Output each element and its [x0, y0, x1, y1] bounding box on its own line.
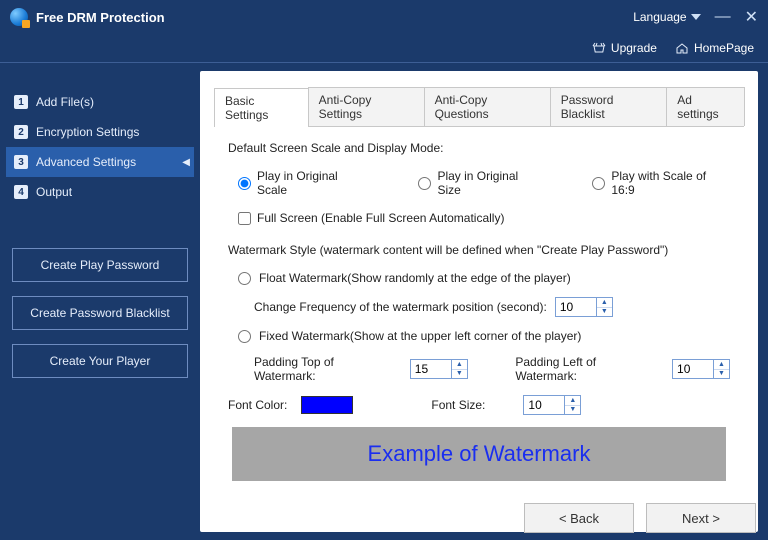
home-icon [675, 42, 689, 54]
next-button[interactable]: Next > [646, 503, 756, 533]
step-output[interactable]: 4 Output [6, 177, 194, 207]
tab-anti-copy-questions[interactable]: Anti-Copy Questions [424, 87, 551, 126]
radio-original-size-input[interactable] [418, 177, 431, 190]
step-number: 4 [14, 185, 28, 199]
step-number: 3 [14, 155, 28, 169]
tab-ad-settings[interactable]: Ad settings [666, 87, 745, 126]
spinner-up-icon[interactable]: ▲ [452, 360, 467, 370]
font-color-label: Font Color: [228, 398, 287, 412]
radio-scale-169[interactable]: Play with Scale of 16:9 [592, 169, 730, 197]
spinner-down-icon[interactable]: ▼ [452, 370, 467, 379]
top-toolbar: Upgrade HomePage [0, 34, 768, 62]
padding-top-label: Padding Top of Watermark: [254, 355, 396, 383]
font-color-picker[interactable] [301, 396, 353, 414]
main-panel: Basic Settings Anti-Copy Settings Anti-C… [200, 71, 758, 532]
tab-basic-settings[interactable]: Basic Settings [214, 88, 309, 127]
step-label: Add File(s) [36, 95, 94, 109]
change-frequency-spinner[interactable]: ▲▼ [555, 297, 613, 317]
step-advanced-settings[interactable]: 3 Advanced Settings [6, 147, 194, 177]
fullscreen-checkbox-input[interactable] [238, 212, 251, 225]
spinner-up-icon[interactable]: ▲ [565, 396, 580, 406]
radio-label: Play in Original Size [437, 169, 542, 197]
chevron-down-icon [691, 14, 701, 20]
radio-float-watermark-input[interactable] [238, 272, 251, 285]
radio-label: Play with Scale of 16:9 [611, 169, 730, 197]
sidebar: 1 Add File(s) 2 Encryption Settings 3 Ad… [0, 71, 200, 540]
step-encryption-settings[interactable]: 2 Encryption Settings [6, 117, 194, 147]
spinner-down-icon[interactable]: ▼ [597, 308, 612, 317]
radio-original-scale-input[interactable] [238, 177, 251, 190]
spinner-up-icon[interactable]: ▲ [714, 360, 729, 370]
fixed-watermark-label: Fixed Watermark(Show at the upper left c… [259, 329, 581, 343]
step-label: Encryption Settings [36, 125, 139, 139]
watermark-section-title: Watermark Style (watermark content will … [228, 243, 730, 257]
tab-anti-copy-settings[interactable]: Anti-Copy Settings [308, 87, 425, 126]
radio-original-size[interactable]: Play in Original Size [418, 169, 542, 197]
radio-fixed-watermark-input[interactable] [238, 330, 251, 343]
fullscreen-checkbox[interactable]: Full Screen (Enable Full Screen Automati… [238, 211, 730, 225]
minimize-button[interactable]: — [715, 8, 731, 26]
tab-strip: Basic Settings Anti-Copy Settings Anti-C… [214, 87, 744, 127]
change-frequency-label: Change Frequency of the watermark positi… [254, 300, 547, 314]
checkbox-label: Full Screen (Enable Full Screen Automati… [257, 211, 504, 225]
basket-icon [592, 42, 606, 54]
step-number: 1 [14, 95, 28, 109]
language-dropdown[interactable]: Language [633, 10, 700, 24]
title-bar: Free DRM Protection Language — ✕ [0, 0, 768, 34]
wizard-footer: < Back Next > [524, 503, 756, 533]
spinner-up-icon[interactable]: ▲ [597, 298, 612, 308]
font-size-input[interactable] [524, 396, 564, 414]
homepage-label: HomePage [694, 41, 754, 55]
padding-top-input[interactable] [411, 360, 451, 378]
font-size-label: Font Size: [431, 398, 485, 412]
padding-left-input[interactable] [673, 360, 713, 378]
app-title: Free DRM Protection [36, 10, 633, 25]
create-password-blacklist-button[interactable]: Create Password Blacklist [12, 296, 188, 330]
scale-section-title: Default Screen Scale and Display Mode: [228, 141, 730, 155]
step-label: Output [36, 185, 72, 199]
watermark-example-text: Example of Watermark [368, 441, 591, 467]
float-watermark-label: Float Watermark(Show randomly at the edg… [259, 271, 571, 285]
step-number: 2 [14, 125, 28, 139]
header-divider [0, 62, 768, 63]
upgrade-link[interactable]: Upgrade [592, 41, 657, 55]
radio-scale-169-input[interactable] [592, 177, 605, 190]
padding-top-spinner[interactable]: ▲▼ [410, 359, 468, 379]
homepage-link[interactable]: HomePage [675, 41, 754, 55]
watermark-preview: Example of Watermark [232, 427, 726, 481]
radio-original-scale[interactable]: Play in Original Scale [238, 169, 368, 197]
upgrade-label: Upgrade [611, 41, 657, 55]
spinner-down-icon[interactable]: ▼ [714, 370, 729, 379]
step-add-files[interactable]: 1 Add File(s) [6, 87, 194, 117]
padding-left-label: Padding Left of Watermark: [515, 355, 658, 383]
step-label: Advanced Settings [36, 155, 136, 169]
change-frequency-input[interactable] [556, 298, 596, 316]
tab-password-blacklist[interactable]: Password Blacklist [550, 87, 668, 126]
back-button[interactable]: < Back [524, 503, 634, 533]
language-label: Language [633, 10, 686, 24]
spinner-down-icon[interactable]: ▼ [565, 406, 580, 415]
close-button[interactable]: ✕ [745, 7, 758, 27]
font-size-spinner[interactable]: ▲▼ [523, 395, 581, 415]
create-play-password-button[interactable]: Create Play Password [12, 248, 188, 282]
create-your-player-button[interactable]: Create Your Player [12, 344, 188, 378]
app-logo-icon [10, 8, 28, 26]
radio-label: Play in Original Scale [257, 169, 368, 197]
tab-content: Default Screen Scale and Display Mode: P… [214, 127, 744, 520]
padding-left-spinner[interactable]: ▲▼ [672, 359, 730, 379]
